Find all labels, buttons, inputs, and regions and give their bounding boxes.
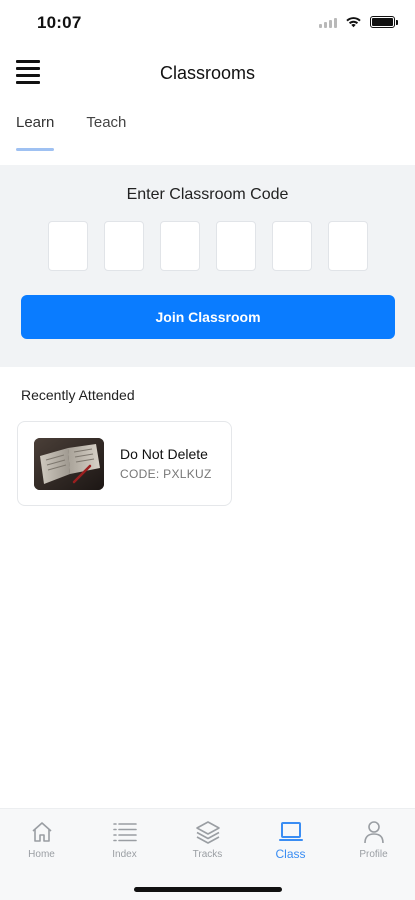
- code-digit-input-4[interactable]: [216, 221, 256, 271]
- nav-profile-label: Profile: [359, 849, 388, 860]
- wifi-icon: [346, 17, 361, 28]
- classroom-code-panel: Enter Classroom Code Join Classroom: [0, 165, 415, 367]
- nav-index-label: Index: [112, 849, 137, 860]
- nav-home[interactable]: Home: [0, 819, 83, 861]
- status-icons: [319, 15, 398, 28]
- code-digit-input-6[interactable]: [328, 221, 368, 271]
- code-panel-title: Enter Classroom Code: [126, 186, 289, 203]
- classroom-card[interactable]: Do Not Delete CODE: PXLKUZ: [17, 421, 232, 506]
- page-title: Classrooms: [159, 63, 256, 83]
- home-indicator: [134, 887, 282, 892]
- status-bar: 10:07: [0, 0, 415, 46]
- code-digit-input-3[interactable]: [160, 221, 200, 271]
- battery-icon: [370, 15, 398, 28]
- nav-tracks-label: Tracks: [192, 849, 223, 860]
- nav-home-label: Home: [28, 849, 55, 860]
- tab-learn[interactable]: Learn: [16, 114, 55, 151]
- code-input-group: [48, 221, 368, 271]
- classroom-name: Do Not Delete: [120, 446, 208, 462]
- nav-tracks[interactable]: Tracks: [166, 819, 249, 861]
- layers-icon: [195, 819, 221, 845]
- status-time: 10:07: [37, 13, 82, 32]
- classroom-icon: [278, 819, 304, 845]
- join-classroom-button[interactable]: Join Classroom: [21, 295, 395, 339]
- classroom-code: CODE: PXLKUZ: [120, 467, 212, 481]
- list-icon: [112, 819, 138, 845]
- bottom-navigation: Home Index Tracks Class Profile: [0, 808, 415, 900]
- nav-class[interactable]: Class: [249, 819, 332, 861]
- nav-index[interactable]: Index: [83, 819, 166, 861]
- tab-bar: Learn Teach: [16, 114, 126, 151]
- code-digit-input-1[interactable]: [48, 221, 88, 271]
- code-digit-input-2[interactable]: [104, 221, 144, 271]
- header: Classrooms: [0, 52, 415, 96]
- recently-attended-heading: Recently Attended: [21, 387, 135, 403]
- classroom-thumbnail: [34, 438, 104, 490]
- nav-profile[interactable]: Profile: [332, 819, 415, 861]
- person-icon: [361, 819, 387, 845]
- nav-class-label: Class: [275, 847, 306, 861]
- home-icon: [29, 819, 55, 845]
- tab-teach[interactable]: Teach: [86, 114, 126, 151]
- code-digit-input-5[interactable]: [272, 221, 312, 271]
- cellular-signal-icon: [319, 16, 337, 28]
